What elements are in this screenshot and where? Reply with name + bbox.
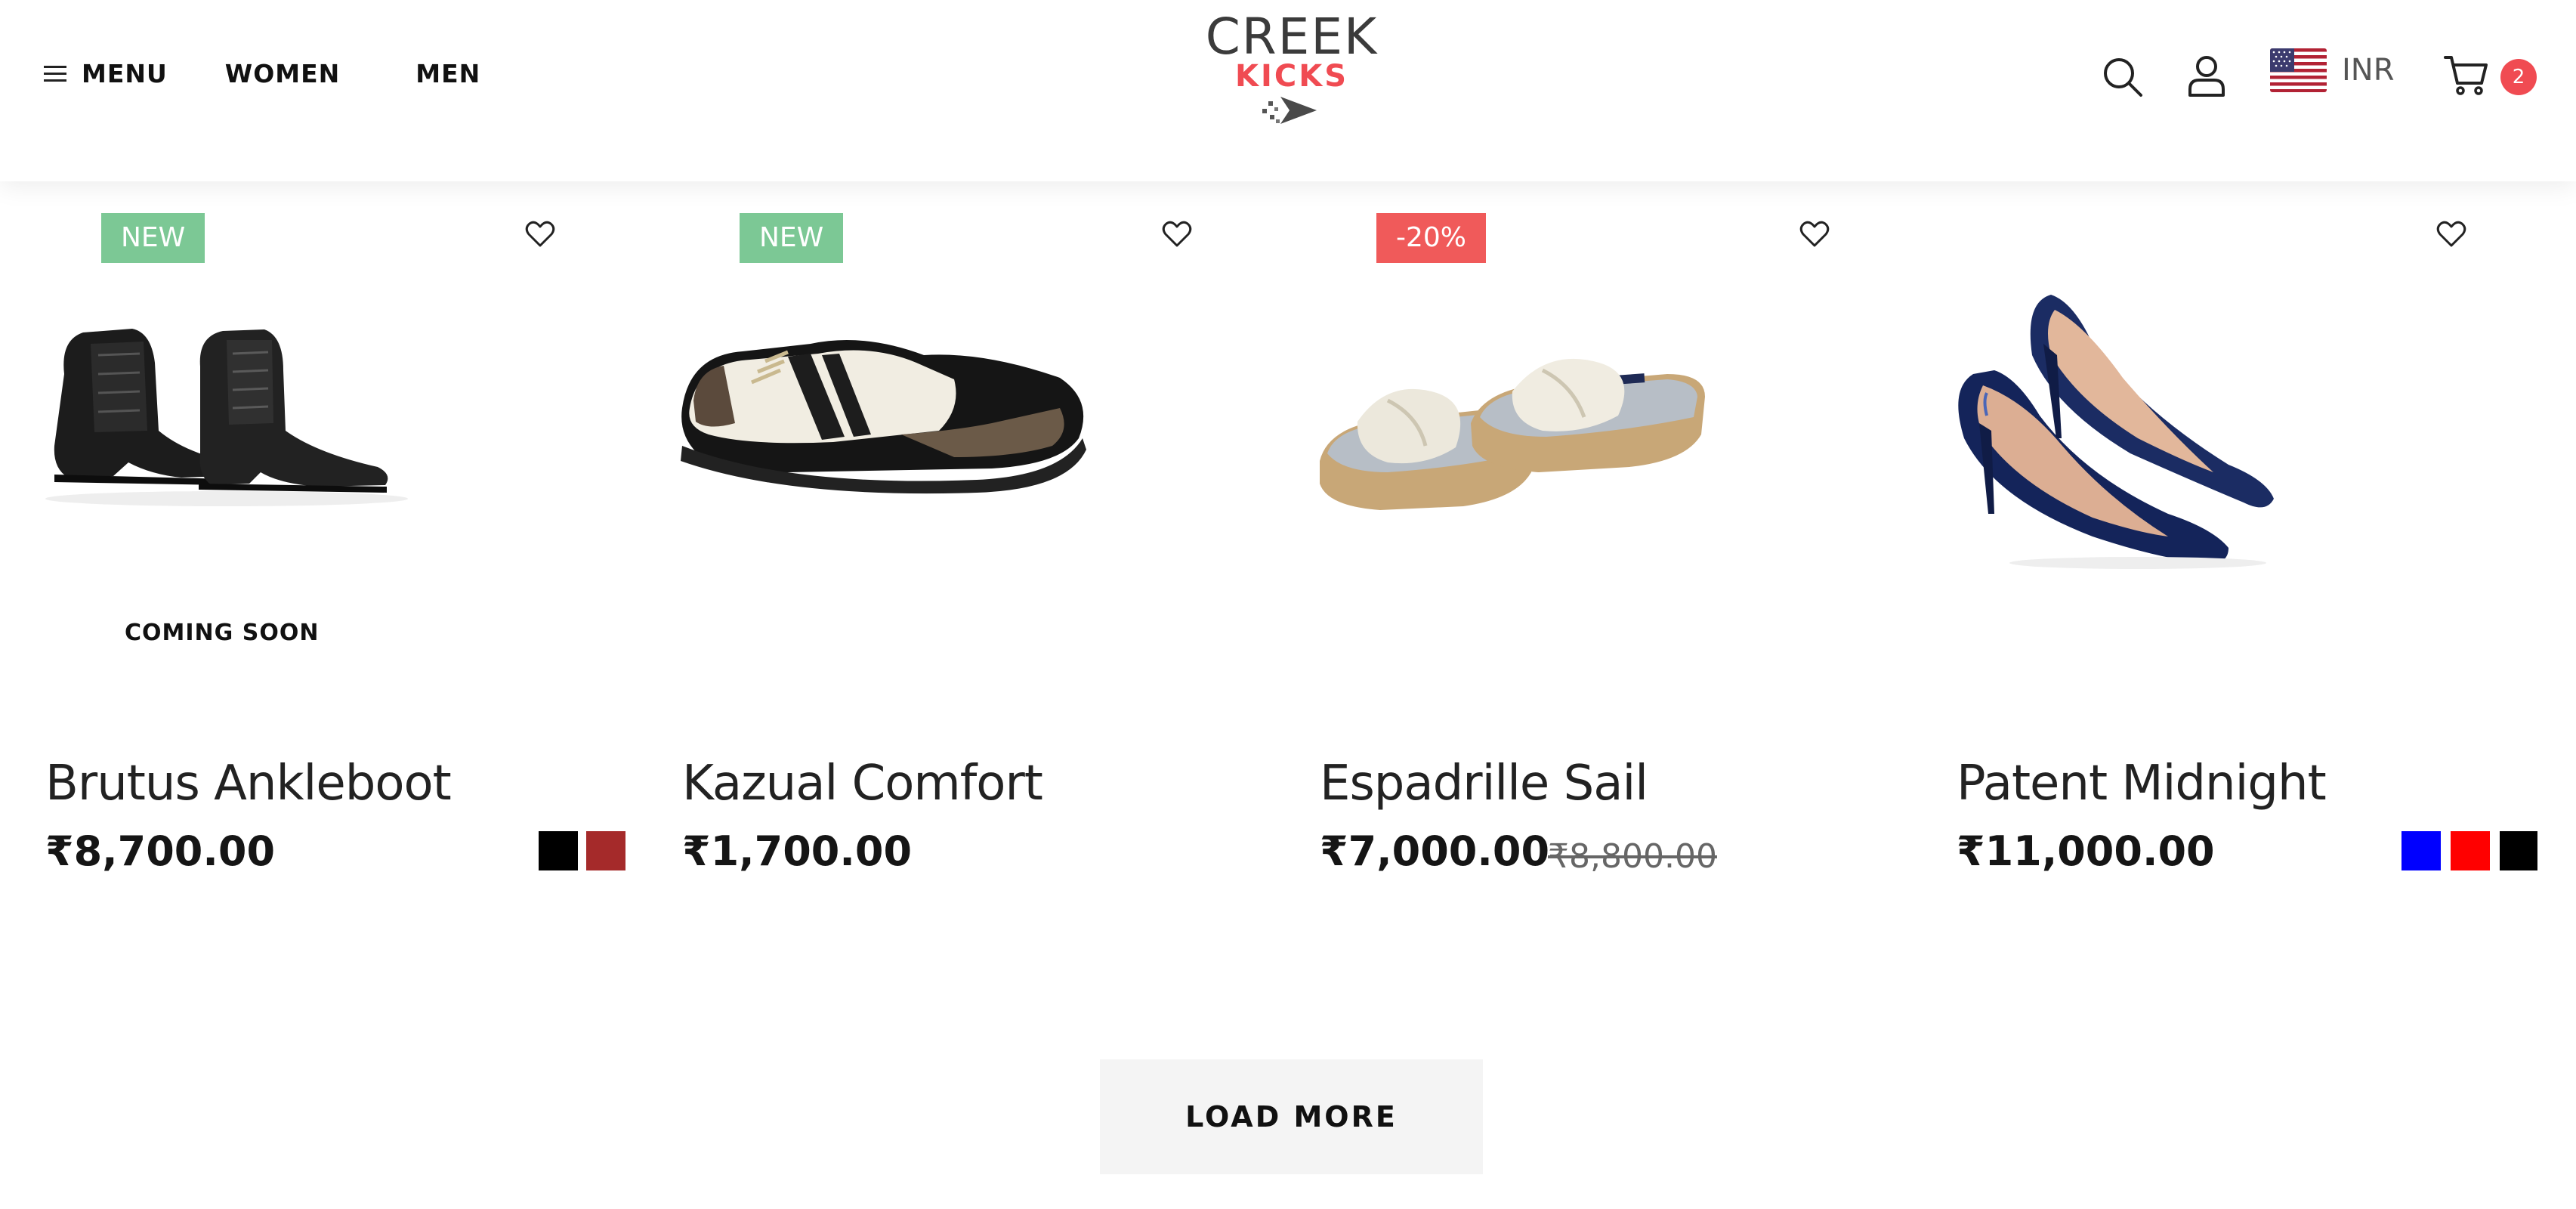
color-swatch-brown[interactable] — [586, 831, 625, 870]
wishlist-heart-icon[interactable] — [1799, 221, 1830, 248]
product-card[interactable]: NEW COMING SOON Brutus Ankleboot ₹8,700.… — [0, 181, 625, 922]
logo-line-1: CREEK — [1205, 8, 1379, 66]
primary-nav: MENU WOMEN MEN — [44, 59, 480, 88]
product-title[interactable]: Espadrille Sail — [1320, 756, 1648, 812]
nav-link-women[interactable]: WOMEN — [225, 59, 340, 88]
product-image-sneaker[interactable] — [637, 181, 1241, 710]
account-icon[interactable] — [2187, 54, 2226, 98]
load-more-button[interactable]: LOAD MORE — [1100, 1059, 1483, 1174]
new-badge: NEW — [740, 213, 844, 263]
product-title[interactable]: Patent Midnight — [1957, 756, 2327, 812]
product-card[interactable]: -20% Espadrille Sail ₹7,000.00 ₹8,800.00 — [1274, 181, 1879, 922]
color-swatch-black[interactable] — [539, 831, 578, 870]
cart-icon[interactable] — [2444, 54, 2489, 97]
coming-soon-label: COMING SOON — [125, 620, 320, 646]
cart-count-badge: 2 — [2500, 59, 2537, 95]
product-card[interactable]: Patent Midnight ₹11,000.00 — [1911, 181, 2537, 922]
discount-badge: -20% — [1376, 213, 1487, 263]
product-grid: NEW COMING SOON Brutus Ankleboot ₹8,700.… — [0, 181, 2576, 937]
product-price: ₹8,700.00 — [45, 827, 276, 875]
product-title[interactable]: Kazual Comfort — [682, 756, 1043, 812]
us-flag-icon[interactable] — [2270, 48, 2327, 92]
product-image-espadrille[interactable] — [1274, 181, 1879, 710]
color-swatch-black[interactable] — [2500, 831, 2537, 870]
color-swatch-blue[interactable] — [2401, 831, 2441, 870]
product-old-price: ₹8,800.00 — [1548, 837, 1717, 876]
logo-arrow-icon — [1262, 97, 1317, 124]
site-logo[interactable]: CREEK KICKS — [1197, 8, 1386, 130]
search-icon[interactable] — [2102, 56, 2144, 98]
color-swatch-red[interactable] — [2451, 831, 2490, 870]
nav-link-men[interactable]: MEN — [415, 59, 480, 88]
product-price: ₹1,700.00 — [682, 827, 913, 875]
menu-button[interactable]: MENU — [44, 59, 168, 88]
menu-label: MENU — [82, 59, 168, 88]
wishlist-heart-icon[interactable] — [525, 221, 555, 248]
wishlist-heart-icon[interactable] — [2436, 221, 2466, 248]
new-badge: NEW — [101, 213, 205, 263]
currency-selector[interactable]: INR — [2342, 53, 2395, 88]
product-price: ₹11,000.00 — [1957, 827, 2215, 875]
product-title[interactable]: Brutus Ankleboot — [45, 756, 452, 812]
product-price: ₹7,000.00 — [1320, 827, 1550, 875]
product-card[interactable]: NEW Kazual Comfort ₹1,700.00 — [637, 181, 1241, 922]
hamburger-icon — [44, 65, 66, 82]
wishlist-heart-icon[interactable] — [1162, 221, 1192, 248]
product-image-pumps[interactable] — [1911, 181, 2516, 710]
site-header: MENU WOMEN MEN CREEK KICKS INR 2 — [0, 0, 2576, 181]
